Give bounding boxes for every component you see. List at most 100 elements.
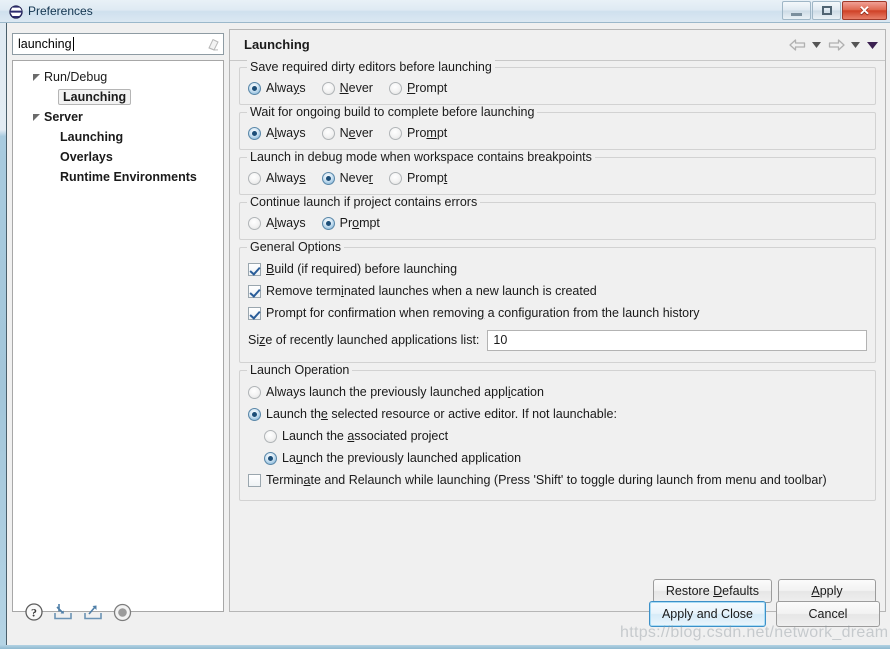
radio-icon[interactable] [264, 429, 277, 443]
tree-item-label: Overlays [60, 150, 113, 164]
radio-option-never[interactable]: Never [321, 81, 373, 95]
recent-launch-size-row: Size of recently launched applications l… [248, 327, 867, 353]
radio-label: Always [266, 81, 306, 95]
radio-option-prompt[interactable]: Prompt [388, 81, 447, 95]
checkbox-build-before-launching[interactable]: Build (if required) before launching [248, 258, 867, 280]
tree-item-run-debug-launching[interactable]: Launching [21, 87, 223, 107]
radio-icon[interactable] [248, 126, 261, 140]
tree-item-run-debug[interactable]: Run/Debug [21, 67, 223, 87]
checkbox-prompt-for-confirmation[interactable]: Prompt for confirmation when removing a … [248, 302, 867, 324]
checkbox-terminate-and-relaunch[interactable]: Terminate and Relaunch while launching (… [248, 469, 867, 491]
group-title: Launch in debug mode when workspace cont… [247, 150, 595, 164]
back-dropdown-icon[interactable] [810, 36, 823, 54]
eclipse-icon [9, 5, 23, 19]
view-menu-icon[interactable] [866, 36, 879, 54]
radio-icon[interactable] [388, 81, 402, 95]
cancel-button[interactable]: Cancel [776, 601, 880, 627]
group-wait-for-build: Wait for ongoing build to complete befor… [239, 105, 876, 150]
expand-arrow-icon[interactable] [29, 113, 43, 122]
radio-icon[interactable] [264, 451, 277, 465]
footer-icon-bar: ? [24, 602, 132, 622]
filter-value: launching [18, 37, 74, 51]
radio-icon[interactable] [321, 216, 335, 230]
minimize-button[interactable] [782, 1, 811, 20]
checkbox-remove-terminated-launches[interactable]: Remove terminated launches when a new la… [248, 280, 867, 302]
radio-option-always[interactable]: Always [248, 126, 306, 140]
apply-and-close-label: Apply and Close [661, 607, 753, 621]
tree-item-label: Run/Debug [44, 70, 108, 84]
apply-and-close-button[interactable]: Apply and Close [648, 601, 766, 627]
radio-label: Never [339, 81, 373, 95]
checkbox-icon[interactable] [248, 284, 261, 298]
radio-label: Never [339, 171, 373, 185]
cancel-label: Cancel [808, 607, 848, 621]
group-launch-debug-mode: Launch in debug mode when workspace cont… [239, 150, 876, 195]
minimize-icon [791, 12, 802, 16]
page-nav-tools [788, 36, 879, 54]
dialog-footer: ? Apply and Close Cancel [8, 594, 890, 645]
radio-option-always[interactable]: Always [248, 171, 306, 185]
maximize-button[interactable] [812, 1, 841, 20]
radio-option-prompt[interactable]: Prompt [388, 126, 447, 140]
window-left-border [0, 0, 7, 649]
title-bar: Preferences ✕ [0, 0, 890, 23]
tree-item-label: Runtime Environments [60, 170, 197, 184]
expand-arrow-icon[interactable] [29, 73, 43, 82]
radio-option-never[interactable]: Never [321, 171, 373, 185]
radio-icon[interactable] [321, 126, 335, 140]
radio-always-launch-previous[interactable]: Always launch the previously launched ap… [248, 381, 867, 403]
forward-arrow-icon[interactable] [827, 36, 845, 54]
window-title: Preferences [28, 4, 93, 18]
tree-item-label: Launching [60, 130, 124, 144]
window-controls: ✕ [781, 1, 887, 21]
radio-label: Always [266, 216, 306, 230]
record-icon[interactable] [113, 603, 132, 622]
radio-icon[interactable] [248, 171, 261, 185]
radio-launch-selected-resource[interactable]: Launch the selected resource or active e… [248, 403, 867, 425]
group-launch-operation: Launch Operation Always launch the previ… [239, 363, 876, 501]
radio-option-prompt[interactable]: Prompt [321, 216, 380, 230]
close-icon: ✕ [859, 2, 870, 18]
radio-option-always[interactable]: Always [248, 81, 306, 95]
checkbox-icon[interactable] [248, 306, 261, 320]
recent-launch-size-input[interactable]: 10 [487, 329, 867, 351]
help-icon[interactable]: ? [24, 602, 44, 622]
footer-action-buttons: Apply and Close Cancel [648, 601, 880, 627]
checkbox-icon[interactable] [248, 473, 261, 487]
back-arrow-icon[interactable] [788, 36, 806, 54]
tree-item-server-overlays[interactable]: Overlays [21, 147, 223, 167]
import-preferences-icon[interactable] [53, 602, 74, 622]
tree-item-server-runtime-environments[interactable]: Runtime Environments [21, 167, 223, 187]
checkbox-icon[interactable] [248, 262, 261, 276]
radio-icon[interactable] [248, 216, 261, 230]
radio-option-prompt[interactable]: Prompt [388, 171, 447, 185]
radio-icon[interactable] [321, 171, 335, 185]
close-button[interactable]: ✕ [842, 1, 887, 20]
radio-group: Always Never Prompt [248, 78, 867, 98]
group-title: Launch Operation [247, 363, 353, 377]
radio-icon[interactable] [248, 407, 261, 421]
group-continue-on-errors: Continue launch if project contains erro… [239, 195, 876, 240]
tree-item-server[interactable]: Server [21, 107, 223, 127]
radio-icon[interactable] [321, 81, 335, 95]
forward-dropdown-icon[interactable] [849, 36, 862, 54]
radio-icon[interactable] [388, 171, 402, 185]
radio-launch-previously-launched[interactable]: Launch the previously launched applicati… [264, 447, 867, 469]
radio-icon[interactable] [248, 81, 261, 95]
radio-launch-associated-project[interactable]: Launch the associated project [264, 425, 867, 447]
radio-label: Prompt [339, 216, 380, 230]
radio-group: Always Never Prompt [248, 168, 867, 188]
preferences-tree[interactable]: Run/Debug Launching Server Launching Ove… [12, 60, 224, 612]
radio-option-never[interactable]: Never [321, 126, 373, 140]
radio-option-always[interactable]: Always [248, 216, 306, 230]
clear-filter-icon[interactable] [203, 34, 223, 54]
export-preferences-icon[interactable] [83, 602, 104, 622]
filter-input[interactable]: launching [12, 33, 224, 55]
tree-item-label: Launching [58, 89, 132, 105]
tree-item-server-launching[interactable]: Launching [21, 127, 223, 147]
radio-label: Never [339, 126, 373, 140]
radio-label: Launch the selected resource or active e… [266, 407, 617, 421]
radio-icon[interactable] [248, 385, 261, 399]
preference-page: Launching Save required dirty editors be… [229, 29, 886, 612]
radio-icon[interactable] [388, 126, 402, 140]
